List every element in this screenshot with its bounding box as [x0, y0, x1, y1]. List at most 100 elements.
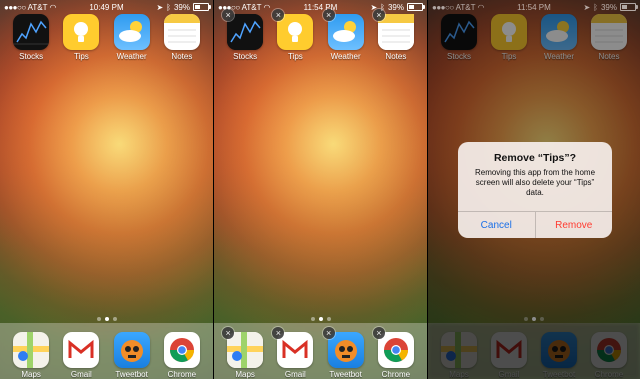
app-label: Notes [171, 52, 193, 61]
maps-icon: × [222, 327, 264, 368]
delete-x-icon[interactable]: × [372, 327, 385, 339]
bluetooth-icon: ᛒ [593, 2, 598, 12]
app-notes[interactable]: Notes [160, 14, 204, 61]
chrome-icon [591, 332, 627, 368]
battery-icon [192, 3, 211, 11]
app-label: Gmail [284, 370, 306, 379]
tips-icon [491, 14, 527, 50]
app-label: Weather [116, 52, 147, 61]
app-row: Stocks Tips Weather Notes [0, 14, 213, 61]
app-label: Tips [287, 52, 303, 61]
page-indicator [0, 317, 213, 321]
location-icon: ➤ [583, 2, 591, 12]
carrier-label: AT&T [455, 2, 476, 12]
app-gmail[interactable]: × Gmail [272, 327, 317, 379]
app-label: Gmail [70, 370, 92, 379]
clock: 10:49 PM [89, 2, 124, 12]
wifi-icon: ◠ [477, 2, 485, 12]
weather-icon [541, 14, 577, 50]
home-screen-remove-alert: ●●●○○ AT&T ◠ 11:54 PM ➤ ᛒ 39% Stocks Tip… [428, 0, 640, 379]
app-maps[interactable]: × Maps [222, 327, 267, 379]
wifi-icon: ◠ [49, 2, 57, 12]
dock: × Maps × Gmail × Tweetbot × Chrome [214, 323, 427, 379]
gmail-icon [63, 332, 100, 368]
app-notes[interactable]: × Notes [372, 9, 418, 61]
app-weather[interactable]: Weather [110, 14, 154, 61]
status-bar: ●●●○○ AT&T ◠ 10:49 PM ➤ ᛒ 39% [0, 0, 213, 14]
battery-icon [619, 3, 638, 11]
battery-percent: 39% [387, 2, 404, 12]
chrome-icon: × [372, 327, 414, 368]
alert-message: Removing this app from the home screen w… [474, 168, 596, 197]
app-tips[interactable]: × Tips [272, 9, 317, 61]
delete-x-icon[interactable]: × [322, 327, 335, 339]
notes-icon: × [372, 9, 414, 50]
stocks-icon [13, 14, 50, 50]
app-label: Tweetbot [329, 370, 362, 379]
dock: Maps Gmail Tweetbot Chrome [428, 323, 640, 379]
chrome-icon [163, 332, 200, 368]
app-gmail[interactable]: Gmail [59, 332, 103, 379]
gmail-icon [491, 332, 527, 368]
home-screen-edit-mode: ●●●○○ AT&T ◠ 11:54 PM ➤ ᛒ 39% × Stocks ×… [214, 0, 428, 379]
stocks-icon [441, 14, 477, 50]
gmail-icon: × [272, 327, 314, 368]
app-label: Tweetbot [542, 370, 576, 379]
app-weather[interactable]: × Weather [322, 9, 368, 61]
battery-percent: 39% [173, 2, 190, 12]
weather-icon: × [322, 9, 364, 50]
notes-icon [163, 14, 200, 50]
app-label: Notes [385, 52, 407, 61]
app-tweetbot[interactable]: Tweetbot [110, 332, 154, 379]
app-tips[interactable]: Tips [59, 14, 103, 61]
bluetooth-icon: ᛒ [380, 2, 385, 12]
app-stocks[interactable]: × Stocks [222, 9, 267, 61]
app-label: Tips [501, 52, 517, 61]
wifi-icon: ◠ [263, 2, 271, 12]
maps-icon [13, 332, 50, 368]
app-label: Chrome [381, 370, 411, 379]
app-tips: Tips [487, 14, 531, 61]
tips-icon [63, 14, 100, 50]
status-bar: ●●●○○ AT&T ◠ 11:54 PM ➤ ᛒ 39% [428, 0, 640, 14]
app-notes: Notes [587, 14, 631, 61]
signal-icon: ●●●○○ [432, 2, 454, 12]
app-chrome[interactable]: Chrome [160, 332, 204, 379]
battery-icon [406, 3, 425, 11]
app-label: Notes [598, 52, 620, 61]
app-chrome: Chrome [587, 332, 631, 379]
app-label: Gmail [498, 370, 520, 379]
cancel-button[interactable]: Cancel [458, 212, 536, 238]
weather-icon [113, 14, 150, 50]
alert-title: Remove “Tips”? [493, 152, 577, 164]
remove-app-alert: Remove “Tips”? Removing this app from th… [458, 142, 612, 238]
app-row: × Stocks × Tips × Weather × Notes [214, 9, 427, 61]
app-maps[interactable]: Maps [9, 332, 53, 379]
remove-button[interactable]: Remove [536, 212, 613, 238]
app-stocks: Stocks [437, 14, 481, 61]
app-label: Tips [73, 52, 89, 61]
app-tweetbot[interactable]: × Tweetbot [322, 327, 368, 379]
app-row: Stocks Tips Weather Notes [428, 14, 640, 61]
app-label: Maps [449, 370, 469, 379]
page-indicator [214, 317, 427, 321]
app-stocks[interactable]: Stocks [9, 14, 53, 61]
clock: 11:54 PM [517, 2, 551, 12]
tweetbot-icon [541, 332, 577, 368]
signal-icon: ●●●○○ [218, 2, 240, 12]
tips-icon: × [272, 9, 314, 50]
location-icon: ➤ [370, 2, 378, 12]
app-label: Maps [235, 370, 255, 379]
status-bar: ●●●○○ AT&T ◠ 11:54 PM ➤ ᛒ 39% [214, 0, 427, 14]
app-label: Weather [330, 52, 361, 61]
app-label: Stocks [446, 52, 471, 61]
bluetooth-icon: ᛒ [166, 2, 171, 12]
screens-container: ●●●○○ AT&T ◠ 10:49 PM ➤ ᛒ 39% Stocks Tip… [0, 0, 640, 379]
carrier-label: AT&T [27, 2, 48, 12]
app-label: Stocks [233, 52, 258, 61]
stocks-icon: × [222, 9, 264, 50]
app-chrome[interactable]: × Chrome [372, 327, 418, 379]
tweetbot-icon [113, 332, 150, 368]
app-tweetbot: Tweetbot [537, 332, 581, 379]
app-maps: Maps [437, 332, 481, 379]
